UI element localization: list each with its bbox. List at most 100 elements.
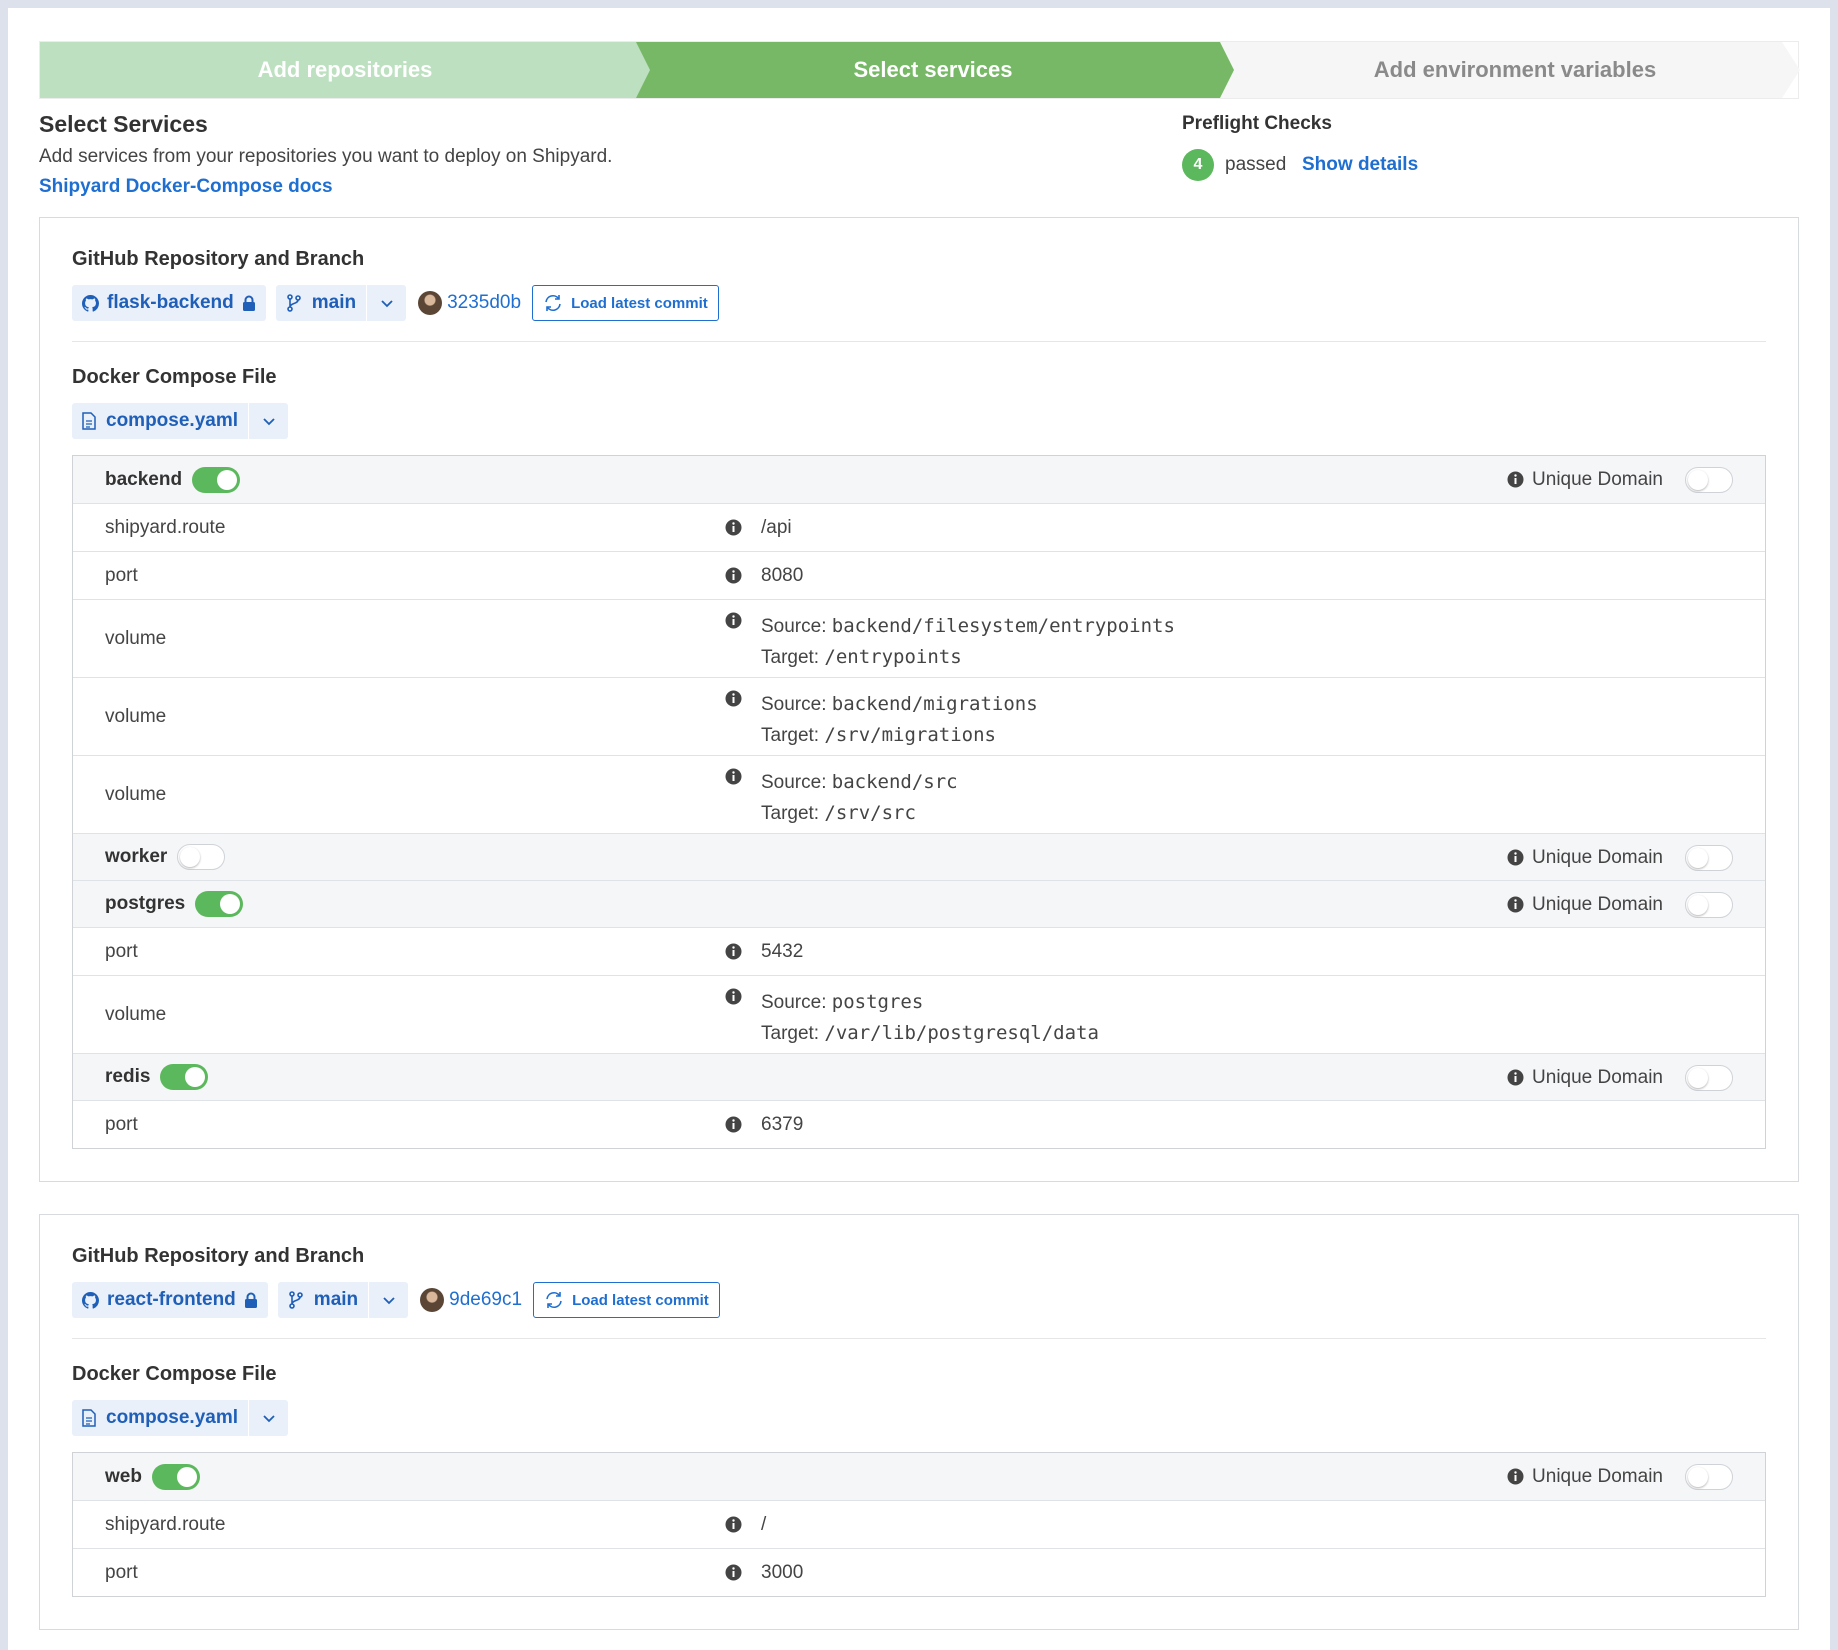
info-icon (725, 567, 742, 584)
compose-file-name: compose.yaml (106, 410, 238, 431)
chevron-down-icon (262, 1414, 276, 1423)
unique-domain-label: Unique Domain (1532, 1465, 1663, 1487)
service-attribute-row: shipyard.route / (73, 1500, 1765, 1548)
lock-icon (234, 295, 256, 312)
branch-dropdown-toggle[interactable] (368, 1282, 409, 1318)
service-name: redis (105, 1066, 151, 1087)
repo-name-button[interactable]: flask-backend (72, 285, 266, 321)
attribute-value: Source: backend/filesystem/entrypoints Ta… (761, 611, 1175, 673)
attribute-value: Source: backend/src Target: /srv/src (761, 767, 958, 829)
load-latest-commit-button[interactable]: Load latest commit (533, 1282, 720, 1318)
unique-domain-control: Unique Domain (1507, 1453, 1733, 1500)
chevron-down-icon (380, 299, 394, 308)
git-branch-icon (288, 1291, 314, 1309)
attribute-value: 3000 (761, 1561, 804, 1583)
toggle-knob (220, 894, 241, 914)
branch-dropdown-toggle[interactable] (366, 285, 407, 321)
step-add-environment-variables[interactable]: Add environment variables (1216, 42, 1800, 98)
service-attribute-row: volume Source: backend/filesystem/entrypo… (73, 599, 1765, 677)
repo-card: GitHub Repository and Branch react-fronte… (39, 1214, 1799, 1630)
avatar (420, 1288, 445, 1312)
compose-file-button[interactable]: compose.yaml (72, 1400, 248, 1436)
attribute-key: port (105, 564, 138, 586)
attribute-key: volume (105, 705, 167, 727)
preflight-status: passed (1225, 154, 1287, 175)
repo-toolbar: react-frontend main 9de69c1 Load latest com… (72, 1282, 1766, 1318)
attribute-value: 8080 (761, 564, 804, 586)
attribute-key: volume (105, 627, 167, 649)
volume-source-path: backend/migrations (831, 693, 1038, 715)
compose-file-selector: compose.yaml (72, 403, 288, 439)
refresh-icon (544, 1291, 572, 1309)
info-icon (725, 943, 742, 960)
service-attribute-row: shipyard.route/api (73, 503, 1765, 551)
load-latest-commit-label: Load latest commit (571, 294, 708, 312)
service-row-redis: redis Unique Domain (73, 1053, 1765, 1100)
page-title: Select Services (39, 111, 208, 137)
commit-hash-link[interactable]: 9de69c1 (449, 1289, 522, 1311)
load-latest-commit-label: Load latest commit (572, 1291, 709, 1309)
attribute-key: port (105, 940, 138, 962)
repo-toolbar: flask-backend main 3235d0b Load latest comm… (72, 285, 1766, 321)
toggle-knob (185, 1067, 206, 1087)
service-row-web: web Unique Domain (73, 1453, 1765, 1500)
branch-button[interactable]: main (277, 1282, 369, 1318)
unique-domain-toggle[interactable] (1685, 1064, 1733, 1091)
compose-file-button[interactable]: compose.yaml (72, 403, 248, 439)
service-enabled-toggle[interactable] (177, 844, 226, 870)
attribute-value: 5432 (761, 940, 804, 962)
services-table: backend Unique Domain shipyard.route/api po… (72, 455, 1766, 1149)
toggle-knob (176, 1466, 197, 1487)
volume-target-label: Target: (761, 803, 820, 824)
service-enabled-toggle[interactable] (151, 1463, 200, 1490)
info-icon (725, 1516, 742, 1533)
show-details-link[interactable]: Show details (1302, 154, 1418, 176)
attribute-key: port (105, 1561, 138, 1583)
unique-domain-toggle[interactable] (1685, 891, 1733, 918)
unique-domain-toggle[interactable] (1685, 1463, 1733, 1490)
unique-domain-toggle[interactable] (1685, 844, 1733, 871)
branch-name: main (313, 1289, 359, 1310)
branch-name: main (311, 292, 357, 313)
volume-source-line: Source: backend/migrations (761, 689, 1038, 720)
service-name: worker (105, 846, 168, 867)
volume-source-line: Source: postgres (761, 987, 1099, 1018)
unique-domain-label: Unique Domain (1532, 893, 1663, 915)
service-row-backend: backend Unique Domain (73, 456, 1765, 503)
service-enabled-toggle[interactable] (192, 466, 241, 493)
info-icon (725, 519, 742, 536)
service-enabled-toggle[interactable] (160, 1064, 209, 1090)
file-icon (82, 412, 106, 430)
repo-section-label: GitHub Repository and Branch (72, 248, 365, 270)
git-branch-icon (286, 294, 312, 312)
compose-file-name: compose.yaml (106, 1407, 238, 1428)
branch-selector: main (275, 285, 407, 321)
compose-file-dropdown-toggle[interactable] (248, 403, 288, 439)
docs-link[interactable]: Shipyard Docker-Compose docs (39, 176, 333, 198)
volume-source-line: Source: backend/src (761, 767, 958, 798)
commit-hash-link[interactable]: 3235d0b (447, 292, 521, 314)
compose-file-dropdown-toggle[interactable] (248, 1400, 288, 1436)
step-add-repositories[interactable]: Add repositories (40, 42, 650, 98)
attribute-key: volume (105, 1003, 167, 1025)
page-header: Select Services Add services from your r… (39, 99, 1799, 217)
service-row-postgres: postgres Unique Domain (73, 880, 1765, 927)
volume-source-line: Source: backend/filesystem/entrypoints (761, 611, 1175, 642)
attribute-value: Source: backend/migrations Target: /srv/m… (761, 689, 1038, 751)
attribute-value: Source: postgres Target: /var/lib/postgre… (761, 987, 1099, 1049)
repo-list: GitHub Repository and Branch flask-backen… (39, 217, 1799, 1630)
load-latest-commit-button[interactable]: Load latest commit (532, 285, 719, 321)
unique-domain-toggle[interactable] (1685, 466, 1733, 493)
volume-source-path: postgres (831, 991, 924, 1013)
step-select-services[interactable]: Select services (622, 42, 1234, 98)
info-icon (725, 1116, 742, 1133)
info-icon (725, 612, 742, 629)
service-enabled-toggle[interactable] (195, 891, 244, 917)
service-row-worker: worker Unique Domain (73, 833, 1765, 880)
page-frame: Add repositories Select services Add env… (8, 8, 1830, 1650)
info-icon (725, 690, 742, 707)
branch-button[interactable]: main (275, 285, 367, 321)
info-icon (725, 768, 742, 785)
compose-file-selector: compose.yaml (72, 1400, 288, 1436)
repo-name-button[interactable]: react-frontend (72, 1282, 268, 1318)
